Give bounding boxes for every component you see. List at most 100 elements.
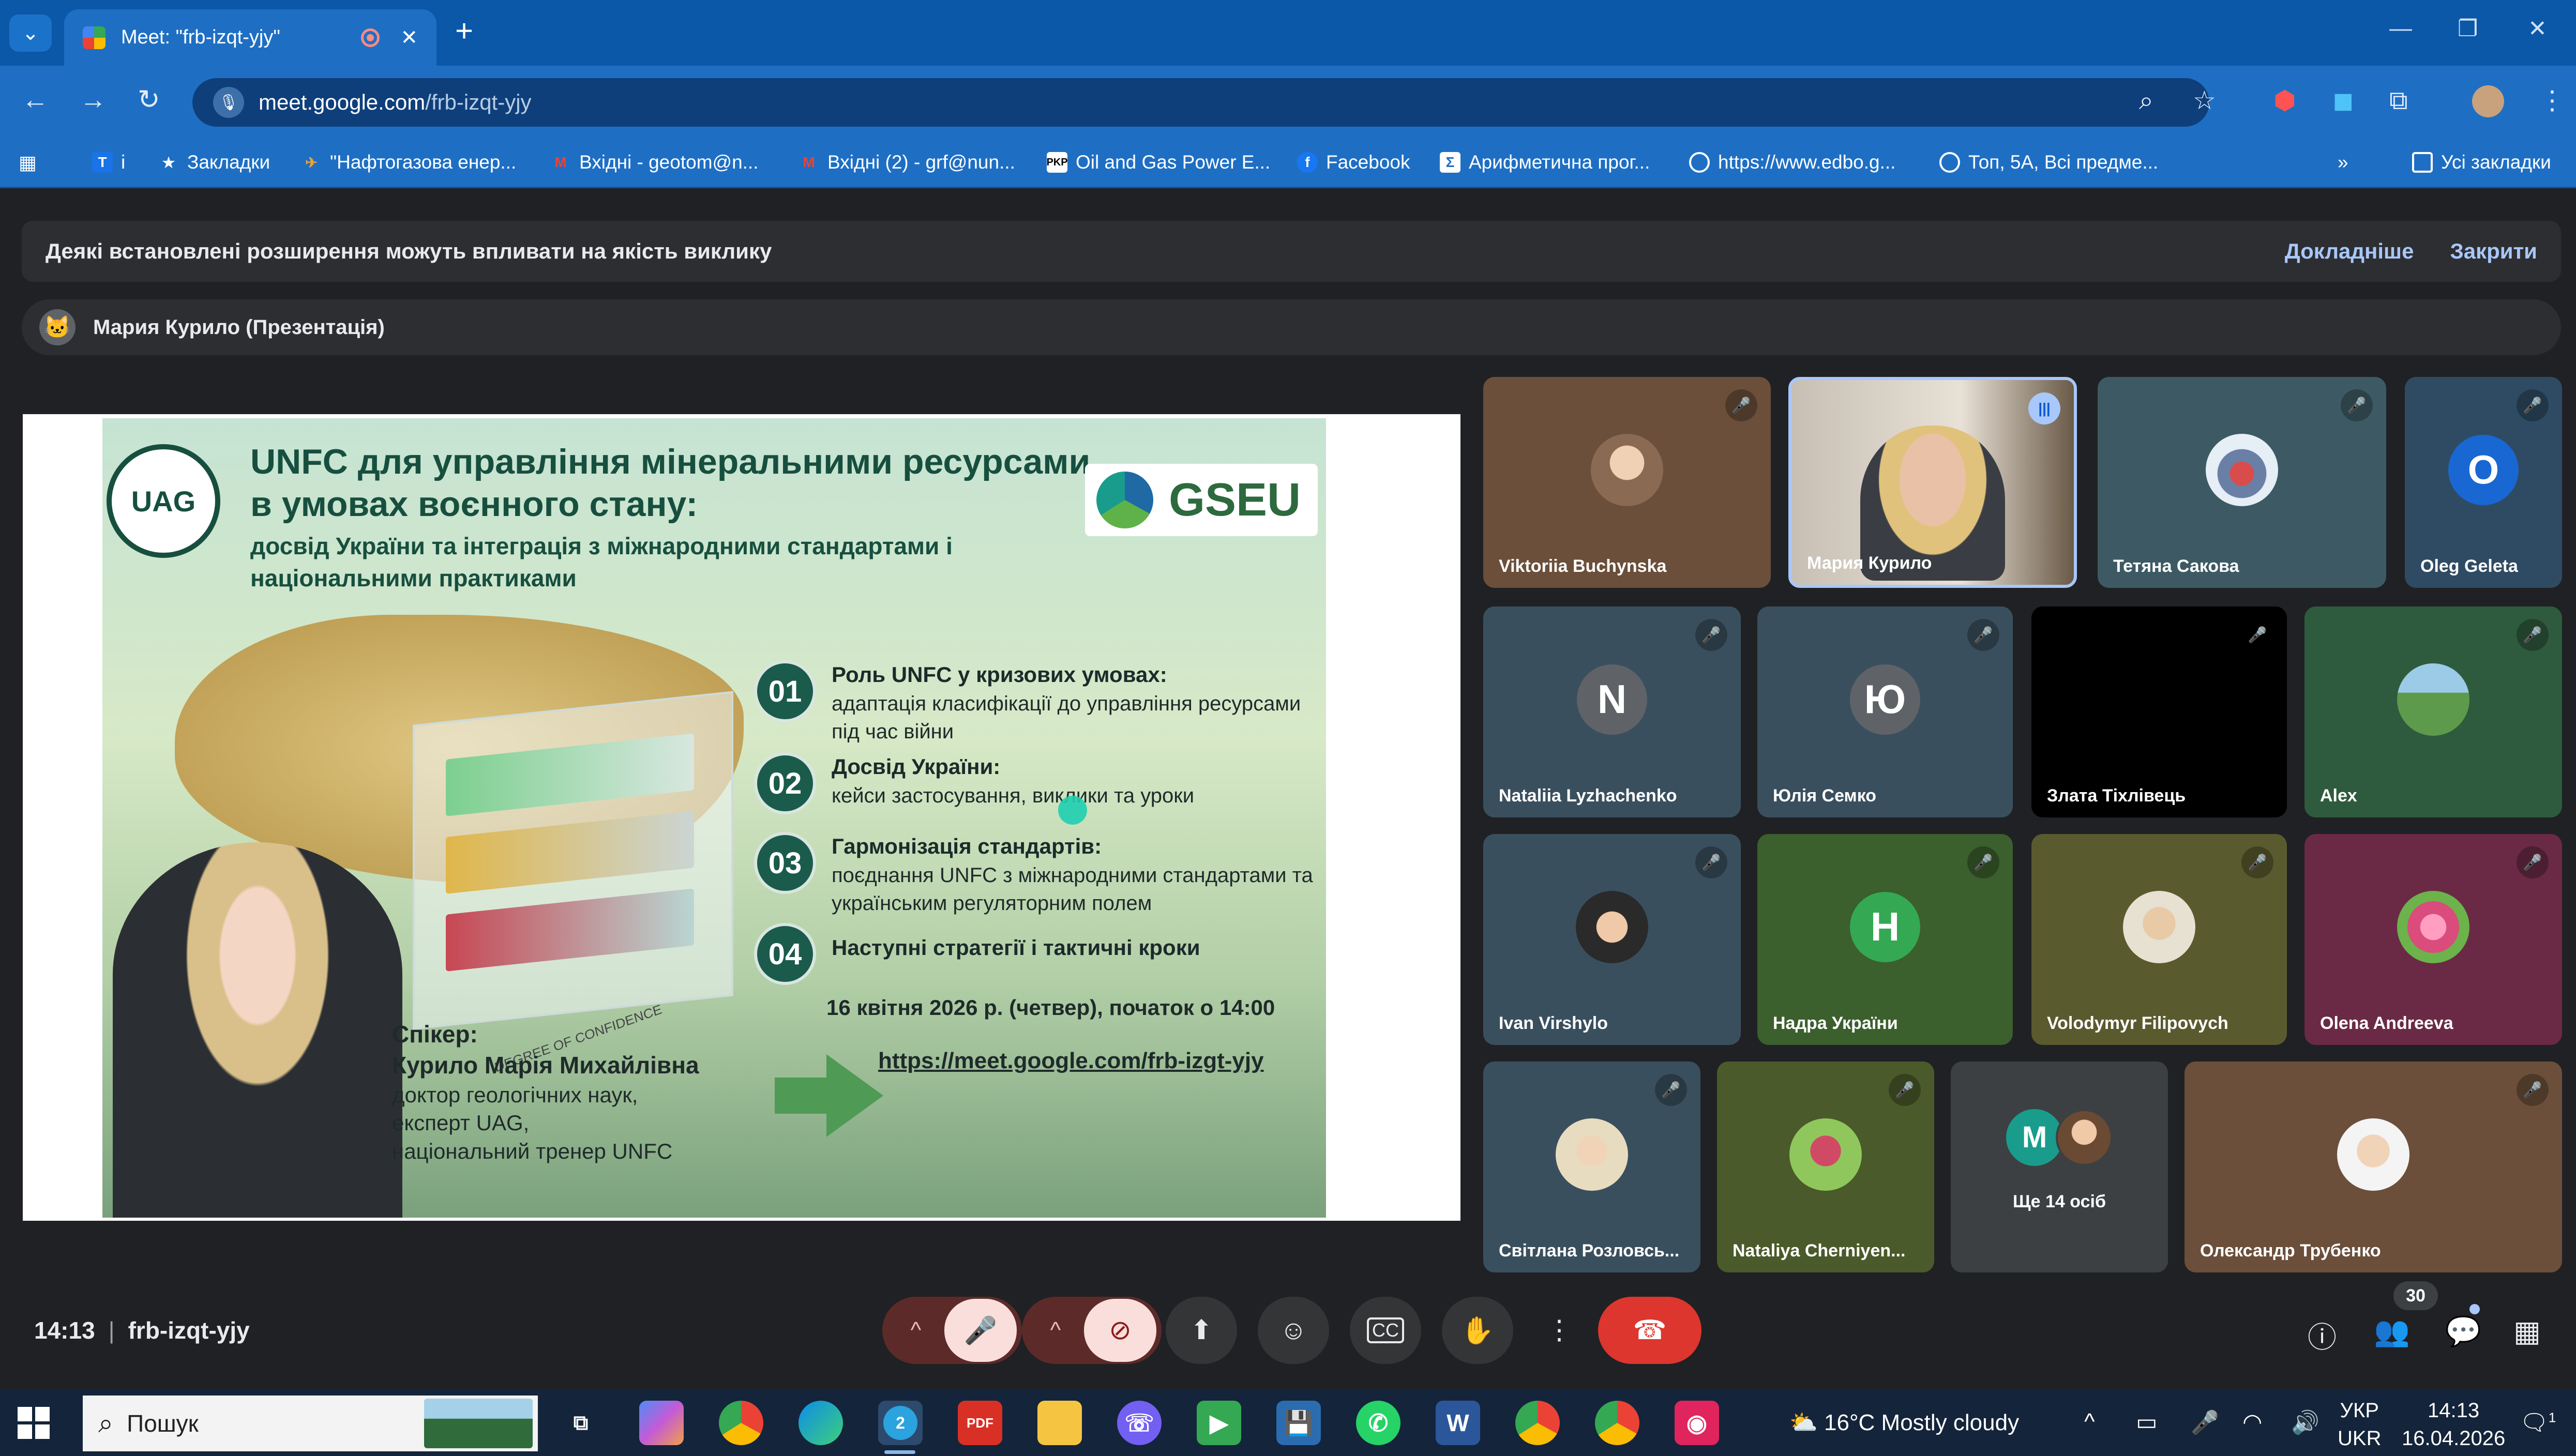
participant-tile[interactable]: 🎤 Viktoriia Buchynska	[1483, 377, 1771, 588]
close-notice-link[interactable]: Закрити	[2450, 239, 2537, 264]
new-tab-button[interactable]: +	[455, 16, 473, 47]
pdf-editor-icon[interactable]: PDF	[958, 1401, 1002, 1445]
profile-avatar[interactable]	[2472, 85, 2504, 117]
more-participants-tile[interactable]: M Ще 14 осіб	[1951, 1061, 2168, 1272]
activities-grid-icon[interactable]: ▦	[2513, 1314, 2541, 1348]
reactions-button[interactable]: ☺	[1258, 1297, 1329, 1364]
mic-off-button[interactable]: 🎤	[944, 1299, 1017, 1362]
participant-tile[interactable]: 🎤 Світлана Розловсь...	[1483, 1061, 1700, 1272]
participant-tile[interactable]: 🎤 Олександр Трубенко	[2185, 1061, 2562, 1272]
participant-tile[interactable]: 🎤 Ivan Virshylo	[1483, 834, 1741, 1045]
bookmark-item[interactable]: Топ, 5А, Всі предме...	[1939, 148, 2158, 177]
chrome-profile-2-icon[interactable]	[1595, 1401, 1639, 1445]
bookmark-item[interactable]: ★ Закладки	[158, 148, 270, 177]
wifi-icon[interactable]: ◠	[2242, 1409, 2262, 1435]
tab-meet[interactable]: Meet: "frb-izqt-yjy" ✕	[64, 9, 436, 66]
reload-button[interactable]: ↻	[138, 86, 160, 113]
zoom-icon[interactable]: ⌕	[2139, 87, 2153, 113]
people-icon[interactable]: 👥	[2374, 1314, 2410, 1348]
bookmark-item[interactable]: f Facebook	[1297, 148, 1410, 177]
all-bookmarks[interactable]: Усі закладки	[2412, 148, 2551, 177]
forward-button[interactable]: →	[80, 86, 107, 113]
extension-blue-icon[interactable]: ◼	[2332, 87, 2354, 113]
extension-red-icon[interactable]: ⬢	[2273, 87, 2296, 113]
extensions-puzzle-icon[interactable]: ⧉	[2389, 87, 2408, 113]
windows-start-icon[interactable]	[18, 1407, 50, 1439]
microphone-tray-icon[interactable]: 🎤	[2191, 1409, 2219, 1436]
raise-hand-button[interactable]: ✋	[1442, 1297, 1513, 1364]
presenter-avatar: 🐱	[39, 309, 76, 345]
participant-tile[interactable]: H 🎤 Надра України	[1757, 834, 2013, 1045]
more-options-button[interactable]: ⋮	[1541, 1297, 1577, 1364]
site-info-icon[interactable]: 🎙	[213, 87, 244, 118]
participant-tile[interactable]: 🎤 Volodymyr Filipovych	[2031, 834, 2287, 1045]
participant-tile[interactable]: 🎤 Nataliya Chernіyen...	[1717, 1061, 1934, 1272]
notification-count: 1	[2548, 1409, 2556, 1425]
participant-tile[interactable]: 🎤 Тетяна Сакова	[2098, 377, 2386, 588]
speaking-indicator-icon: |||	[2028, 392, 2060, 424]
meeting-details-icon[interactable]: ⓘ	[2308, 1314, 2337, 1356]
learn-more-link[interactable]: Докладніше	[2285, 239, 2414, 264]
bookmark-item[interactable]: Tі	[92, 148, 125, 177]
bookmark-item[interactable]: PKP Oil and Gas Power E...	[1046, 148, 1271, 177]
camera-off-button[interactable]: ⊘	[1084, 1299, 1156, 1362]
back-button[interactable]: ←	[22, 86, 49, 113]
address-bar[interactable]: 🎙 meet.google.com/frb-izqt-yjy	[192, 78, 2209, 127]
participant-tile[interactable]: N 🎤 Nataliia Lyzhachenko	[1483, 606, 1741, 817]
battery-icon[interactable]: ▭	[2136, 1409, 2158, 1435]
telegram-icon[interactable]: 2	[878, 1401, 923, 1445]
chrome-icon[interactable]	[719, 1401, 763, 1445]
participant-tile[interactable]: Ю 🎤 Юлія Семко	[1757, 606, 2013, 817]
bookmark-label: Oil and Gas Power E...	[1076, 151, 1271, 173]
chrome-profile-icon[interactable]	[1515, 1401, 1560, 1445]
volume-icon[interactable]: 🔊	[2291, 1409, 2319, 1436]
leave-call-button[interactable]: ☎	[1598, 1297, 1701, 1364]
bookmark-item[interactable]: M Вхідні - geotom@n...	[550, 148, 758, 177]
close-window-button[interactable]: ✕	[2528, 16, 2547, 42]
tab-search-button[interactable]: ⌄	[9, 14, 52, 52]
bookmark-star-icon[interactable]: ☆	[2193, 87, 2216, 113]
apps-grid-icon[interactable]: ▦	[19, 148, 37, 177]
screen-recorder-icon[interactable]: ◉	[1675, 1401, 1719, 1445]
close-tab-icon[interactable]: ✕	[400, 26, 418, 50]
meeting-time: 14:13	[34, 1317, 95, 1344]
camera-options-chevron-icon[interactable]: ^	[1027, 1317, 1084, 1343]
bookmarks-overflow-icon[interactable]: »	[2338, 148, 2348, 177]
menu-icon[interactable]: ⋮	[2539, 87, 2565, 113]
chat-icon[interactable]: 💬	[2445, 1314, 2481, 1348]
minimize-button[interactable]: —	[2389, 16, 2412, 41]
search-icon: ⌕	[98, 1408, 114, 1438]
word-icon[interactable]: W	[1436, 1401, 1480, 1445]
participant-tile[interactable]: 🎤 Alex	[2304, 606, 2562, 817]
save-app-icon[interactable]: 💾	[1276, 1401, 1321, 1445]
present-screen-button[interactable]: ⬆	[1166, 1297, 1237, 1364]
task-view-icon[interactable]: ⧉	[559, 1401, 603, 1445]
taskbar-search[interactable]: ⌕ Пошук	[83, 1396, 538, 1451]
bookmark-item[interactable]: ✈ "Нафтогазова енер...	[301, 148, 516, 177]
viber-icon[interactable]: ☏	[1117, 1401, 1162, 1445]
edge-icon[interactable]	[799, 1401, 843, 1445]
notifications-icon[interactable]: 🗨1	[2520, 1409, 2556, 1436]
bookmark-item[interactable]: M Вхідні (2) - grf@nun...	[799, 148, 1015, 177]
tab-title: Meet: "frb-izqt-yjy"	[121, 26, 280, 48]
taskbar-clock[interactable]: 14:13 16.04.2026	[2402, 1397, 2505, 1452]
bookmark-item[interactable]: https://www.edbo.g...	[1689, 148, 1895, 177]
participant-tile[interactable]: 🎤 Злата Тіхлівець	[2031, 606, 2287, 817]
participant-tile[interactable]: O 🎤 Oleg Geleta	[2405, 377, 2562, 588]
copilot-icon[interactable]	[639, 1401, 684, 1445]
participant-avatar: O	[2448, 434, 2519, 505]
meet-app-icon[interactable]: ▶	[1197, 1401, 1241, 1445]
bookmark-item[interactable]: Σ Арифметична прог...	[1440, 148, 1650, 177]
captions-button[interactable]: CC	[1350, 1297, 1421, 1364]
mic-options-chevron-icon[interactable]: ^	[887, 1317, 944, 1343]
file-explorer-icon[interactable]	[1037, 1401, 1082, 1445]
agenda-body: адаптація класифікації до управління рес…	[832, 692, 1301, 743]
participant-tile[interactable]: 🎤 Olena Andreeva	[2304, 834, 2562, 1045]
tray-chevron-icon[interactable]: ^	[2084, 1409, 2095, 1435]
weather-widget[interactable]: ⛅ 16°C Mostly cloudy	[1789, 1409, 2019, 1436]
language-indicator[interactable]: УКР UKR	[2338, 1397, 2381, 1452]
whatsapp-icon[interactable]: ✆	[1356, 1401, 1400, 1445]
participant-tile-active[interactable]: ||| Мария Курило	[1788, 377, 2077, 588]
microphone-control: ^ 🎤	[882, 1297, 1022, 1364]
restore-button[interactable]: ❐	[2458, 16, 2478, 42]
